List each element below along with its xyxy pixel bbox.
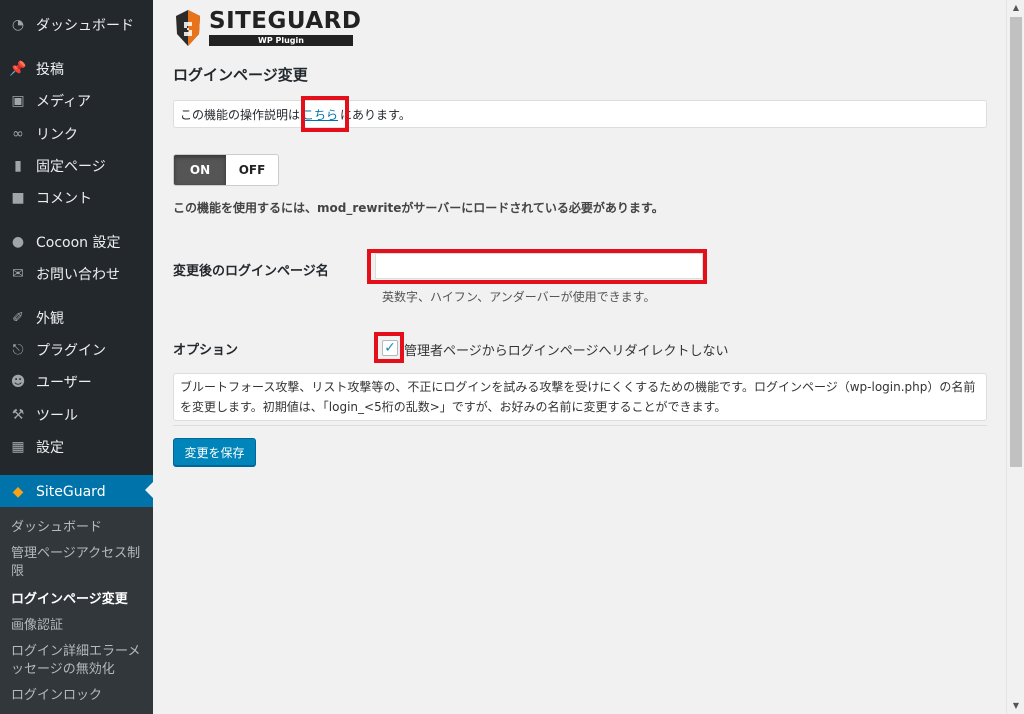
sidebar-item-label: 固定ページ xyxy=(36,159,106,175)
login-page-name-hint: 英数字、ハイフン、アンダーバーが使用できます。 xyxy=(382,290,656,304)
sidebar-item-contact[interactable]: ✉ お問い合わせ xyxy=(0,259,153,289)
sidebar-item-label: メディア xyxy=(36,94,92,110)
option-label: オプション xyxy=(173,343,239,358)
shield-icon: ◆ xyxy=(12,483,24,500)
page-scrollbar[interactable]: ▲ ▼ xyxy=(1006,0,1024,714)
submenu-item-login-lock[interactable]: ログインロック xyxy=(11,687,146,705)
comment-icon: ■ xyxy=(11,190,25,206)
siteguard-submenu: ダッシュボード 管理ページアクセス制限 ログインページ変更 画像認証 ログイン詳… xyxy=(0,507,153,714)
toggle-off-button[interactable]: OFF xyxy=(226,155,278,185)
sidebar-item-label: プラグイン xyxy=(36,343,106,359)
plugin-icon: ⎋ xyxy=(12,342,24,358)
sidebar-item-appearance[interactable]: ✐ 外観 xyxy=(0,303,153,333)
sidebar-item-label: リンク xyxy=(36,127,78,143)
sidebar-item-dashboard[interactable]: ◔ ダッシュボード xyxy=(0,10,153,40)
submenu-item-dashboard[interactable]: ダッシュボード xyxy=(11,519,146,537)
sidebar-item-users[interactable]: ☻ ユーザー xyxy=(0,367,153,397)
logo-wordmark: SITEGUARD xyxy=(209,8,362,34)
sidebar-item-plugins[interactable]: ⎋ プラグイン xyxy=(0,335,153,365)
mod-rewrite-note: この機能を使用するには、mod_rewriteがサーバーにロードされている必要が… xyxy=(173,201,664,215)
page-title: ログインページ変更 xyxy=(173,66,308,84)
redirect-checkbox-label[interactable]: 管理者ページからログインページへリダイレクトしない xyxy=(404,340,728,359)
sidebar-item-posts[interactable]: 📌 投稿 xyxy=(0,54,153,84)
sidebar-item-label: お問い合わせ xyxy=(36,267,120,283)
sidebar-item-label: ユーザー xyxy=(36,375,92,391)
admin-sidebar: ◔ ダッシュボード 📌 投稿 ▣ メディア ∞ リンク ▮ 固定ページ ■ コメ… xyxy=(0,0,153,714)
sidebar-item-label: 投稿 xyxy=(36,62,64,78)
save-button[interactable]: 変更を保存 xyxy=(173,438,256,466)
sidebar-item-label: コメント xyxy=(36,191,92,207)
submenu-item-admin-access[interactable]: 管理ページアクセス制限 xyxy=(11,545,146,581)
sidebar-item-settings[interactable]: ▦ 設定 xyxy=(0,432,153,462)
info-box: この機能の操作説明は こちら にあります。 xyxy=(173,100,987,128)
sidebar-item-comments[interactable]: ■ コメント xyxy=(0,183,153,213)
submenu-item-login-page-change[interactable]: ログインページ変更 xyxy=(11,591,146,609)
sidebar-item-siteguard[interactable]: ◆ SiteGuard xyxy=(0,475,153,508)
toggle-on-button[interactable]: ON xyxy=(174,155,226,185)
siteguard-shield-icon xyxy=(176,10,200,46)
highlight-frame-input xyxy=(367,249,707,284)
feature-toggle[interactable]: ON OFF xyxy=(173,154,279,186)
mail-icon: ✉ xyxy=(12,266,24,282)
sidebar-item-cocoon[interactable]: ● Cocoon 設定 xyxy=(0,227,153,257)
main-content: SITEGUARD WP Plugin ログインページ変更 この機能の操作説明は… xyxy=(153,0,1006,714)
scroll-down-arrow-icon[interactable]: ▼ xyxy=(1007,698,1024,714)
dashboard-icon: ◔ xyxy=(11,17,25,33)
link-icon: ∞ xyxy=(12,126,24,142)
siteguard-logo: SITEGUARD WP Plugin xyxy=(173,8,363,48)
pin-icon: 📌 xyxy=(9,61,27,77)
settings-icon: ▦ xyxy=(11,439,25,455)
info-prefix: この機能の操作説明は xyxy=(180,107,301,122)
sidebar-item-label: 外観 xyxy=(36,311,64,327)
scroll-up-arrow-icon[interactable]: ▲ xyxy=(1007,0,1024,16)
sidebar-item-label: SiteGuard xyxy=(36,483,106,500)
wrench-icon: ⚒ xyxy=(11,407,25,423)
sidebar-item-label: ツール xyxy=(36,408,78,424)
submenu-item-error-message[interactable]: ログイン詳細エラーメッセージの無効化 xyxy=(11,643,146,679)
divider xyxy=(173,425,987,426)
sidebar-item-label: Cocoon 設定 xyxy=(36,235,121,251)
sidebar-item-media[interactable]: ▣ メディア xyxy=(0,86,153,116)
user-icon: ☻ xyxy=(10,374,26,390)
page-icon: ▮ xyxy=(14,158,22,174)
sidebar-item-links[interactable]: ∞ リンク xyxy=(0,119,153,149)
sidebar-item-pages[interactable]: ▮ 固定ページ xyxy=(0,151,153,181)
feature-description: ブルートフォース攻撃、リスト攻撃等の、不正にログインを試みる攻撃を受けにくくする… xyxy=(173,373,987,421)
brush-icon: ✐ xyxy=(12,310,24,326)
highlight-frame-link xyxy=(301,96,349,132)
highlight-frame-checkbox xyxy=(374,332,404,363)
login-page-name-label: 変更後のログインページ名 xyxy=(173,264,329,279)
sidebar-item-tools[interactable]: ⚒ ツール xyxy=(0,400,153,430)
submenu-item-captcha[interactable]: 画像認証 xyxy=(11,617,146,635)
circle-icon: ● xyxy=(11,234,25,250)
sidebar-item-label: 設定 xyxy=(36,440,64,456)
sidebar-item-label: ダッシュボード xyxy=(36,18,134,34)
logo-subtitle: WP Plugin xyxy=(209,35,353,46)
scrollbar-thumb[interactable] xyxy=(1010,17,1022,467)
media-icon: ▣ xyxy=(11,93,25,109)
info-suffix: にあります。 xyxy=(340,107,411,122)
